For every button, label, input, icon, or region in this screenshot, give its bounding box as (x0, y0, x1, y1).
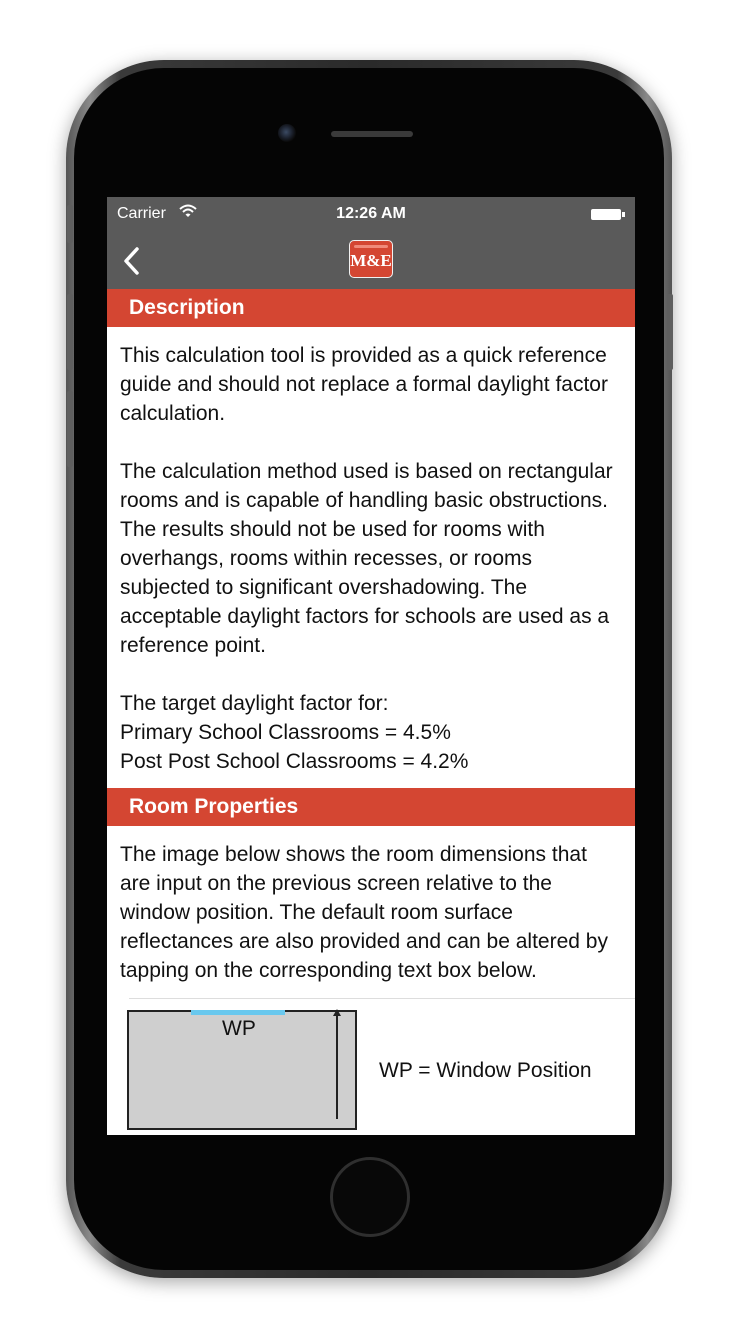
app-logo: M&E (349, 240, 393, 278)
chevron-left-icon (124, 247, 139, 275)
room-diagram: WP WP = Window Position (107, 999, 635, 1130)
window-position-marker (191, 1010, 285, 1015)
power-button (667, 294, 673, 370)
mute-switch (67, 205, 73, 243)
status-bar: Carrier 12:26 AM (107, 197, 635, 235)
section-header-room-properties: Room Properties (107, 788, 635, 826)
room-properties-paragraph: The image below shows the room dimension… (120, 843, 608, 982)
navigation-bar: M&E (107, 235, 635, 289)
logo-text: M&E (350, 251, 392, 270)
logo-handle (354, 245, 388, 248)
target-post: Post Post School Classrooms = 4.2% (120, 750, 469, 773)
app-screen: Carrier 12:26 AM M&E Description This ca… (107, 197, 635, 1135)
target-primary: Primary School Classrooms = 4.5% (120, 721, 451, 744)
window-position-label: WP (222, 1017, 256, 1040)
description-paragraph-1: This calculation tool is provided as a q… (120, 344, 608, 425)
dimension-arrow (336, 1013, 338, 1119)
window-position-legend: WP = Window Position (379, 1059, 592, 1082)
home-button[interactable] (330, 1157, 410, 1237)
scroll-content[interactable]: Description This calculation tool is pro… (107, 289, 635, 1130)
status-time: 12:26 AM (336, 205, 406, 222)
volume-up-button (67, 294, 73, 370)
arrow-head-icon (333, 1009, 341, 1016)
front-camera (278, 124, 296, 142)
description-paragraph-2: The calculation method used is based on … (120, 460, 613, 657)
battery-icon (591, 209, 621, 220)
volume-down-button (67, 391, 73, 467)
target-intro: The target daylight factor for: (120, 692, 389, 715)
back-button[interactable] (117, 241, 147, 281)
earpiece-speaker (331, 131, 413, 137)
section-header-description: Description (107, 289, 635, 327)
battery-tip (622, 212, 625, 217)
